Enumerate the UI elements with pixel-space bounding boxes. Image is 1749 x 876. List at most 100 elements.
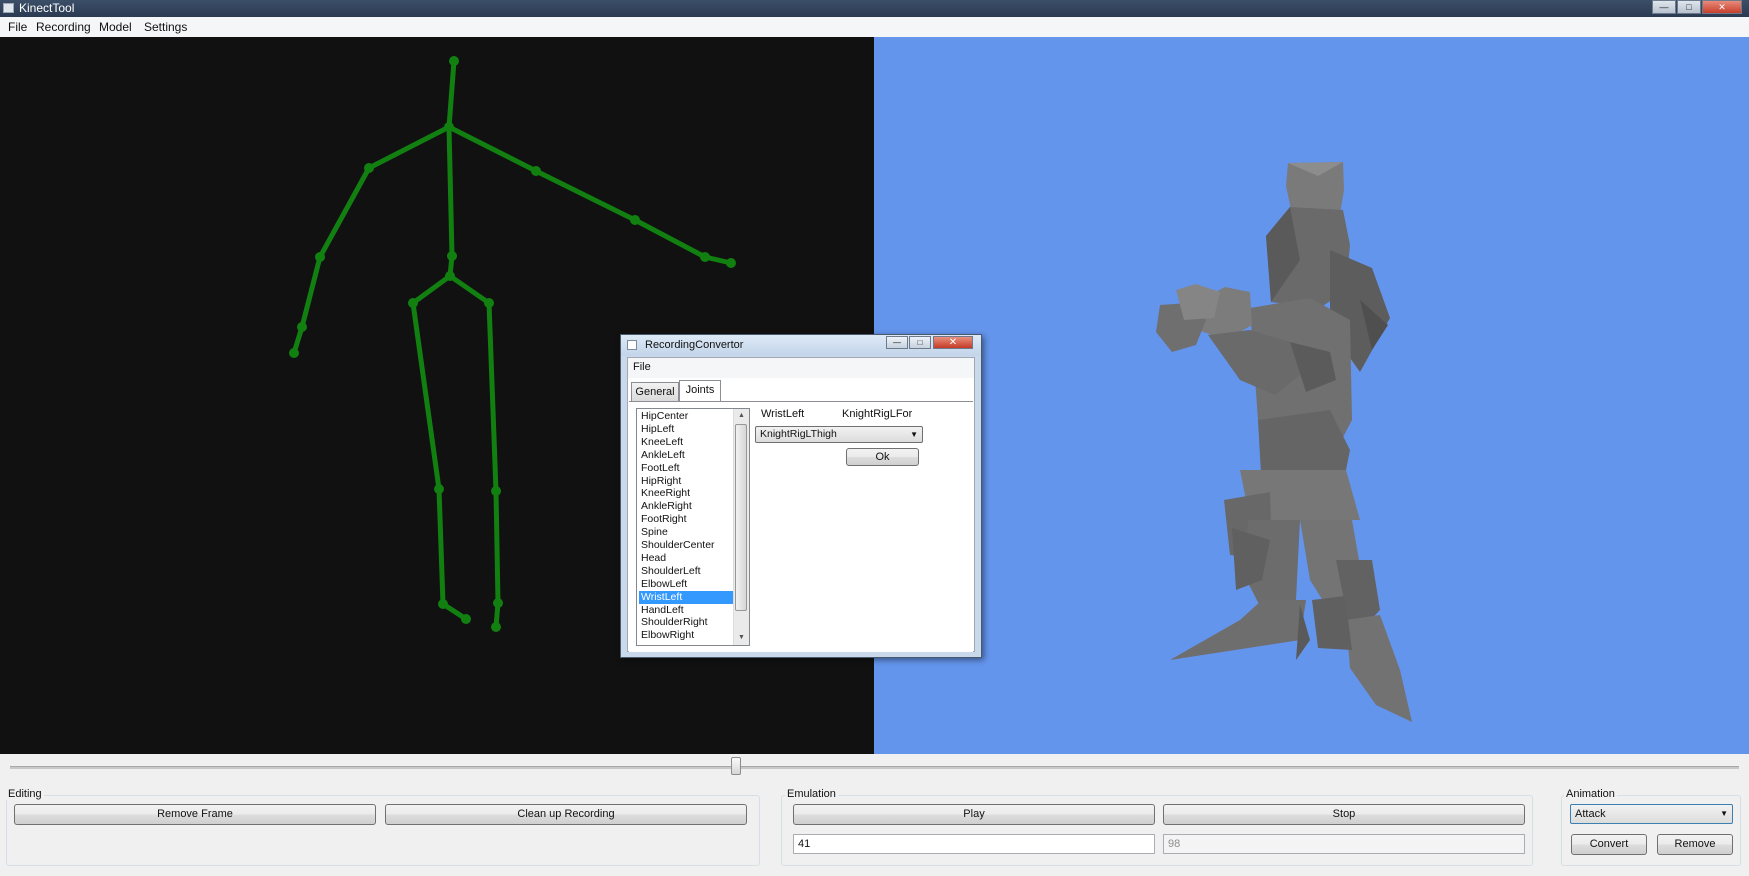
- joint-list-item[interactable]: WristLeft: [639, 590, 733, 604]
- clean-up-recording-button[interactable]: Clean up Recording: [385, 804, 747, 825]
- skeleton-joint: [438, 599, 448, 609]
- joint-list-item[interactable]: HipCenter: [639, 410, 733, 423]
- skeleton-bone: [317, 165, 372, 260]
- joint-list-item[interactable]: KneeLeft: [639, 436, 733, 449]
- app-icon: [3, 3, 14, 13]
- skeleton-joint: [700, 252, 710, 262]
- skeleton-joint: [289, 348, 299, 358]
- skeleton-bone: [446, 124, 539, 174]
- mapping-bone-label: KnightRigLForea: [842, 408, 912, 420]
- ok-button[interactable]: Ok: [846, 448, 919, 466]
- skeleton-bone: [446, 124, 455, 259]
- joint-list-item[interactable]: Head: [639, 552, 733, 565]
- skeleton-joint: [444, 122, 454, 132]
- window-titlebar: KinectTool — □ ✕: [0, 0, 1749, 17]
- dialog-title: RecordingConvertor: [645, 339, 744, 351]
- joint-list-item[interactable]: AnkleLeft: [639, 449, 733, 462]
- dialog-titlebar[interactable]: RecordingConvertor — □ ✕: [621, 335, 981, 356]
- joint-list-item[interactable]: HipLeft: [639, 423, 733, 436]
- joint-list-item[interactable]: ShoulderRight: [639, 616, 733, 629]
- mapping-joint-label: WristLeft: [761, 408, 805, 420]
- scroll-down-icon[interactable]: ▼: [734, 631, 749, 645]
- skeleton-joint: [434, 484, 444, 494]
- current-frame-field[interactable]: 41: [793, 834, 1155, 854]
- joint-list-item[interactable]: ElbowLeft: [639, 578, 733, 591]
- skeleton-joint: [315, 252, 325, 262]
- chevron-down-icon: ▼: [910, 430, 918, 439]
- skeleton-bone: [299, 254, 323, 330]
- knight-model: [1156, 162, 1412, 722]
- skeleton-joint: [484, 298, 494, 308]
- dialog-app-icon: [627, 340, 637, 350]
- skeleton-joint: [531, 166, 541, 176]
- window-title: KinectTool: [19, 1, 75, 15]
- dialog-body: File General Joints HipCenter HipLeft Knee…: [627, 357, 975, 652]
- minimize-button[interactable]: —: [1652, 0, 1676, 14]
- menu-file[interactable]: File: [8, 20, 27, 34]
- joint-list-item[interactable]: AnkleRight: [639, 500, 733, 513]
- skeleton-bone: [446, 58, 457, 130]
- stop-button[interactable]: Stop: [1163, 804, 1525, 825]
- convert-button[interactable]: Convert: [1571, 834, 1647, 855]
- joint-list-item[interactable]: ShoulderCenter: [639, 539, 733, 552]
- skeleton-joint: [364, 163, 374, 173]
- skeleton-joint: [449, 56, 459, 66]
- skeleton-bone: [410, 273, 453, 306]
- scroll-up-icon[interactable]: ▲: [734, 409, 749, 423]
- joint-list-item[interactable]: HandLeft: [639, 604, 733, 617]
- joint-list[interactable]: HipCenter HipLeft KneeLeft AnkleLeft FootLef…: [636, 408, 750, 646]
- timeline-track[interactable]: [10, 766, 1739, 769]
- dialog-close-button[interactable]: ✕: [933, 336, 973, 349]
- skeleton-joint: [726, 258, 736, 268]
- joint-list-item[interactable]: FootRight: [639, 513, 733, 526]
- skeleton-joint: [630, 215, 640, 225]
- joint-list-item[interactable]: KneeRight: [639, 487, 733, 500]
- skeleton-joint: [447, 251, 457, 261]
- menu-settings[interactable]: Settings: [144, 20, 187, 34]
- skeleton-joint: [491, 486, 501, 496]
- menu-model[interactable]: Model: [99, 20, 132, 34]
- emulation-label: Emulation: [785, 788, 838, 800]
- skeleton-bone: [533, 168, 638, 223]
- joint-list-item[interactable]: ElbowRight: [639, 629, 733, 642]
- animation-select[interactable]: Attack ▼: [1570, 804, 1733, 824]
- close-button[interactable]: ✕: [1702, 0, 1742, 14]
- play-button[interactable]: Play: [793, 804, 1155, 825]
- joints-tab-panel: HipCenter HipLeft KneeLeft AnkleLeft FootLef…: [629, 401, 973, 652]
- joint-list-item[interactable]: Spine: [639, 526, 733, 539]
- recording-convertor-dialog: RecordingConvertor — □ ✕ File General Jo…: [620, 334, 982, 658]
- bone-select[interactable]: KnightRigLThigh ▼: [755, 426, 923, 443]
- remove-animation-button[interactable]: Remove: [1657, 834, 1733, 855]
- dialog-menu-bar: File: [628, 358, 974, 378]
- animation-select-value: Attack: [1575, 808, 1606, 820]
- dialog-minimize-button[interactable]: —: [886, 336, 908, 349]
- editing-label: Editing: [6, 788, 44, 800]
- skeleton-joint: [491, 622, 501, 632]
- dialog-menu-file[interactable]: File: [633, 361, 651, 373]
- maximize-button[interactable]: □: [1677, 0, 1701, 14]
- skeleton-joint: [408, 298, 418, 308]
- model-viewport[interactable]: [874, 37, 1749, 754]
- joint-list-item[interactable]: ShoulderLeft: [639, 565, 733, 578]
- remove-frame-button[interactable]: Remove Frame: [14, 804, 376, 825]
- skeleton-bone: [366, 124, 452, 171]
- joint-list-item[interactable]: FootLeft: [639, 462, 733, 475]
- tab-general[interactable]: General: [631, 382, 679, 401]
- tab-joints[interactable]: Joints: [679, 380, 721, 401]
- joint-list-scrollbar[interactable]: ▲ ▼: [733, 409, 749, 645]
- skeleton-joint: [297, 322, 307, 332]
- skeleton-bone: [447, 273, 492, 306]
- skeleton-joint: [461, 614, 471, 624]
- skeleton-bone: [436, 486, 446, 607]
- skeleton-joint: [445, 271, 455, 281]
- joint-list-item[interactable]: HipRight: [639, 475, 733, 488]
- timeline-thumb[interactable]: [731, 757, 742, 775]
- bone-select-value: KnightRigLThigh: [760, 428, 837, 440]
- total-frames-field: 98: [1163, 834, 1525, 854]
- joint-list-scroll-thumb[interactable]: [735, 424, 747, 611]
- dialog-maximize-button[interactable]: □: [909, 336, 931, 349]
- skeleton-bone: [486, 300, 499, 494]
- menu-recording[interactable]: Recording: [36, 20, 91, 34]
- skeleton-bone: [410, 300, 442, 492]
- skeleton-bone: [493, 488, 501, 606]
